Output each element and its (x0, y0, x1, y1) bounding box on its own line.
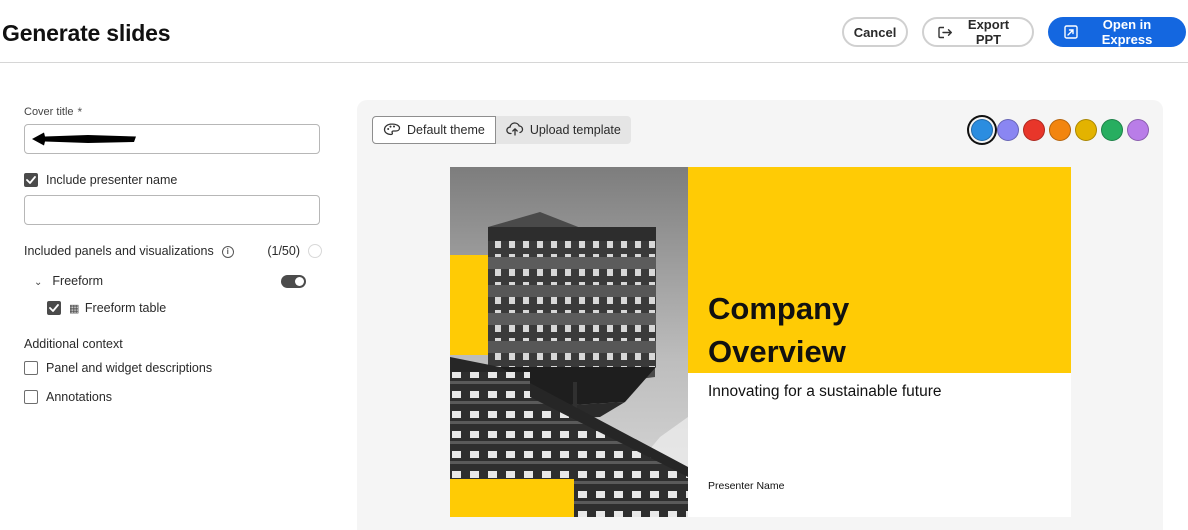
freeform-table-option[interactable]: ▦ Freeform table (24, 301, 322, 315)
panel-descriptions-label: Panel and widget descriptions (46, 361, 213, 375)
color-swatch[interactable] (1101, 119, 1123, 141)
header-actions: Cancel Export PPT Open in Express (842, 17, 1186, 47)
cover-title-input[interactable] (24, 124, 320, 154)
presenter-name-input[interactable] (24, 195, 320, 225)
color-swatch[interactable] (997, 119, 1019, 141)
additional-context-heading: Additional context (24, 337, 123, 351)
freeform-group: ⌄ Freeform (24, 274, 322, 288)
open-in-express-button[interactable]: Open in Express (1048, 17, 1186, 47)
chevron-down-icon[interactable]: ⌄ (34, 277, 42, 288)
progress-circle-icon (308, 244, 322, 258)
theme-selector: Default theme Upload template (372, 116, 631, 144)
info-icon[interactable]: i (221, 245, 234, 258)
open-external-icon (1064, 25, 1078, 39)
settings-panel: Cover title * Include presenter name Inc… (24, 105, 322, 404)
upload-template-button[interactable]: Upload template (495, 116, 631, 144)
export-ppt-label: Export PPT (967, 17, 1010, 47)
slide-thumbnail: Company Overview Innovating for a sustai… (450, 167, 1071, 517)
panels-count: (1/50) (267, 244, 300, 258)
freeform-table-label: Freeform table (84, 301, 167, 315)
redaction-mark (32, 132, 136, 146)
annotations-option[interactable]: Annotations (24, 390, 322, 404)
color-swatch[interactable] (1075, 119, 1097, 141)
color-swatch[interactable] (971, 119, 993, 141)
palette-icon (383, 122, 401, 139)
slide-title-line2: Overview (708, 334, 846, 369)
color-swatches (971, 119, 1149, 141)
page-title: Generate slides (2, 20, 171, 46)
building-photo (450, 167, 688, 517)
panel-descriptions-option[interactable]: Panel and widget descriptions (24, 361, 322, 375)
include-presenter-label: Include presenter name (46, 173, 178, 187)
annotations-label: Annotations (46, 390, 113, 404)
slide-title-line1: Company (708, 291, 850, 326)
color-swatch[interactable] (1127, 119, 1149, 141)
header-divider (0, 62, 1188, 63)
slide-presenter-name: Presenter Name (708, 480, 785, 492)
table-icon: ▦ (69, 303, 80, 315)
annotations-checkbox[interactable] (24, 390, 38, 404)
export-icon (938, 26, 953, 39)
freeform-table-checkbox[interactable] (47, 301, 61, 315)
toggle-knob (295, 276, 304, 286)
panels-label: Included panels and visualizations (24, 244, 214, 258)
default-theme-button[interactable]: Default theme (372, 116, 496, 144)
slide-subtitle: Innovating for a sustainable future (708, 383, 942, 400)
slide-title: Company Overview (708, 287, 1048, 373)
freeform-label: Freeform (52, 274, 104, 288)
upload-cloud-icon (506, 121, 524, 139)
color-swatch[interactable] (1023, 119, 1045, 141)
open-in-express-label: Open in Express (1101, 17, 1153, 47)
freeform-toggle[interactable] (281, 274, 306, 288)
cover-title-label: Cover title * (24, 105, 83, 119)
panel-descriptions-checkbox[interactable] (24, 361, 38, 375)
required-marker: * (77, 105, 83, 119)
default-theme-label: Default theme (407, 123, 485, 137)
include-presenter-option[interactable]: Include presenter name (24, 173, 322, 187)
cancel-button[interactable]: Cancel (842, 17, 908, 47)
slide-preview-panel: Default theme Upload template Company Ov… (357, 100, 1163, 530)
upload-template-label: Upload template (529, 123, 621, 137)
color-swatch[interactable] (1049, 119, 1071, 141)
panels-header: Included panels and visualizations i (1/5… (24, 244, 322, 258)
include-presenter-checkbox[interactable] (24, 173, 38, 187)
export-ppt-button[interactable]: Export PPT (922, 17, 1034, 47)
